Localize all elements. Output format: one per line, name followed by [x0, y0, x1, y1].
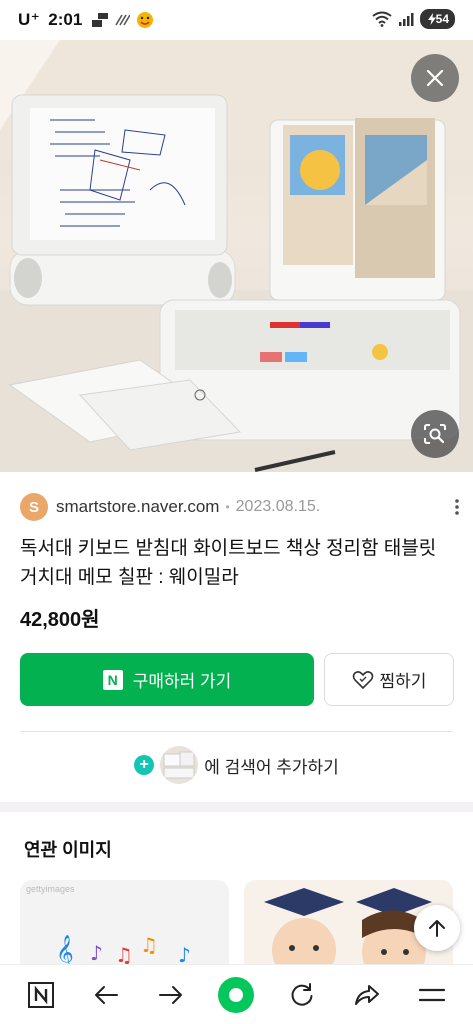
status-bar: U⁺ 2:01 54 [0, 0, 473, 40]
arrow-up-icon [429, 920, 445, 937]
related-image-1[interactable]: gettyimages 𝄞 ♪ ♫ ♫ ♪ [20, 880, 229, 970]
product-title[interactable]: 독서대 키보드 받침대 화이트보드 책상 정리함 태블릿 거치대 메모 칠판 :… [20, 534, 456, 592]
refresh-icon [291, 982, 313, 1006]
notification-icons [92, 11, 154, 29]
status-right: 54 [372, 9, 455, 29]
image-search-button[interactable] [411, 410, 459, 458]
product-photo-illustration [0, 40, 473, 472]
hamburger-menu-icon [419, 988, 446, 1001]
signal-icon [398, 13, 414, 26]
thumbnail-illustration [160, 746, 199, 784]
carrier-label: U⁺ [18, 10, 41, 29]
close-icon [426, 69, 444, 87]
arrow-right-icon [159, 985, 183, 1004]
divider [20, 731, 453, 732]
naver-n-icon [27, 981, 54, 1008]
product-image[interactable] [0, 40, 473, 472]
save-button-label: 찜하기 [379, 672, 427, 691]
add-keyword-label: 에 검색어 추가하기 [204, 757, 339, 777]
lens-search-icon [424, 424, 446, 444]
refresh-button[interactable] [279, 972, 325, 1018]
save-button[interactable]: 찜하기 [324, 653, 454, 706]
wifi-icon [372, 11, 392, 27]
back-button[interactable] [83, 972, 129, 1018]
add-to-search-row[interactable]: + 에 검색어 추가하기 [0, 744, 473, 786]
svg-text:♪: ♪ [90, 941, 103, 965]
buy-button-label: 구매하러 가기 [132, 672, 232, 691]
close-button[interactable] [411, 54, 459, 102]
battery-level: 54 [435, 12, 449, 26]
battery-indicator: 54 [419, 9, 455, 29]
buy-button[interactable]: N 구매하러 가기 [20, 653, 314, 706]
emoji-notification-icon [137, 12, 154, 28]
lightning-icon [427, 13, 436, 25]
forward-button[interactable] [148, 972, 194, 1018]
app-notification-icon [92, 13, 109, 27]
menu-button[interactable] [409, 972, 455, 1018]
source-domain[interactable]: smartstore.naver.com [56, 497, 219, 517]
source-row[interactable]: S smartstore.naver.com • 2023.08.15. [20, 492, 460, 522]
arrow-left-icon [94, 985, 118, 1004]
plus-icon: + [134, 755, 155, 775]
svg-text:♫: ♫ [140, 933, 158, 957]
naver-n-icon: N [102, 669, 123, 690]
source-date: 2023.08.15. [235, 498, 321, 515]
naver-home-button[interactable] [18, 972, 64, 1018]
green-dot-icon [218, 976, 255, 1013]
separator-dot: • [225, 500, 230, 514]
status-time: 2:01 [48, 10, 83, 29]
scroll-to-top-button[interactable] [414, 905, 460, 951]
share-button[interactable] [344, 972, 390, 1018]
source-avatar: S [20, 493, 48, 521]
music-notes-illustration: 𝄞 ♪ ♫ ♫ ♪ [56, 933, 191, 970]
lines-notification-icon [115, 14, 131, 26]
bottom-navigation-bar [0, 964, 473, 1024]
product-price: 42,800원 [20, 609, 100, 631]
thumbnail-image [160, 746, 199, 784]
section-separator [0, 802, 473, 812]
heart-icon [352, 670, 373, 689]
share-icon [355, 984, 380, 1005]
more-options-icon[interactable] [454, 498, 460, 516]
green-home-button[interactable] [213, 972, 259, 1018]
related-images-title: 연관 이미지 [24, 840, 112, 860]
